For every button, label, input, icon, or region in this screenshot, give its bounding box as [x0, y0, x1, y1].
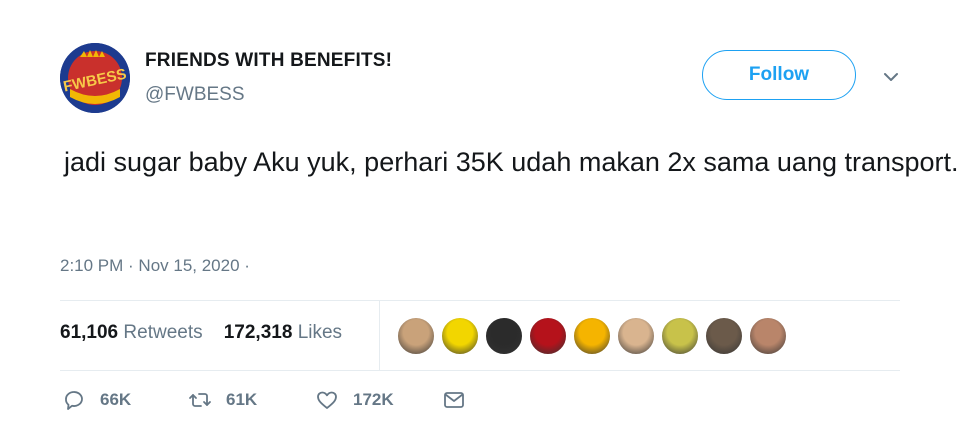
liker-avatar[interactable]: [572, 316, 612, 356]
likes-count[interactable]: 172,318: [224, 322, 293, 343]
divider-top: [60, 300, 900, 301]
like-button[interactable]: 172K: [315, 388, 394, 412]
stats-separator: [379, 300, 380, 370]
retweets-count[interactable]: 61,106: [60, 322, 118, 343]
avatar[interactable]: FWBESS: [60, 43, 130, 113]
envelope-icon: [444, 392, 464, 408]
heart-icon: [317, 391, 337, 409]
liker-avatar[interactable]: [660, 316, 700, 356]
tweet-text: jadi sugar baby Aku yuk, perhari 35K uda…: [64, 147, 959, 177]
retweet-button[interactable]: 61K: [188, 388, 257, 412]
liker-avatar[interactable]: [484, 316, 524, 356]
like-count: 172K: [353, 390, 394, 409]
divider-bottom: [60, 370, 900, 371]
reply-icon: [65, 391, 83, 410]
handle[interactable]: @FWBESS: [145, 84, 245, 106]
liker-avatar[interactable]: [528, 316, 568, 356]
reply-count: 66K: [100, 390, 132, 409]
direct-message-button[interactable]: [442, 388, 480, 412]
timestamp[interactable]: 2:10 PM · Nov 15, 2020 ·: [60, 256, 250, 276]
reply-button[interactable]: 66K: [62, 388, 131, 412]
retweet-count: 61K: [226, 390, 258, 409]
liker-avatar[interactable]: [748, 316, 788, 356]
engagement-stats: 61,106 Retweets 172,318 Likes: [60, 322, 342, 344]
chevron-down-icon[interactable]: [880, 66, 902, 88]
liker-avatar[interactable]: [396, 316, 436, 356]
retweet-icon: [189, 393, 211, 407]
liker-avatar[interactable]: [704, 316, 744, 356]
liker-avatar[interactable]: [440, 316, 480, 356]
likes-label[interactable]: Likes: [298, 322, 342, 343]
liker-avatar[interactable]: [616, 316, 656, 356]
follow-button[interactable]: Follow: [702, 50, 856, 100]
display-name[interactable]: FRIENDS WITH BENEFITS!: [145, 50, 392, 72]
retweets-label[interactable]: Retweets: [123, 322, 202, 343]
